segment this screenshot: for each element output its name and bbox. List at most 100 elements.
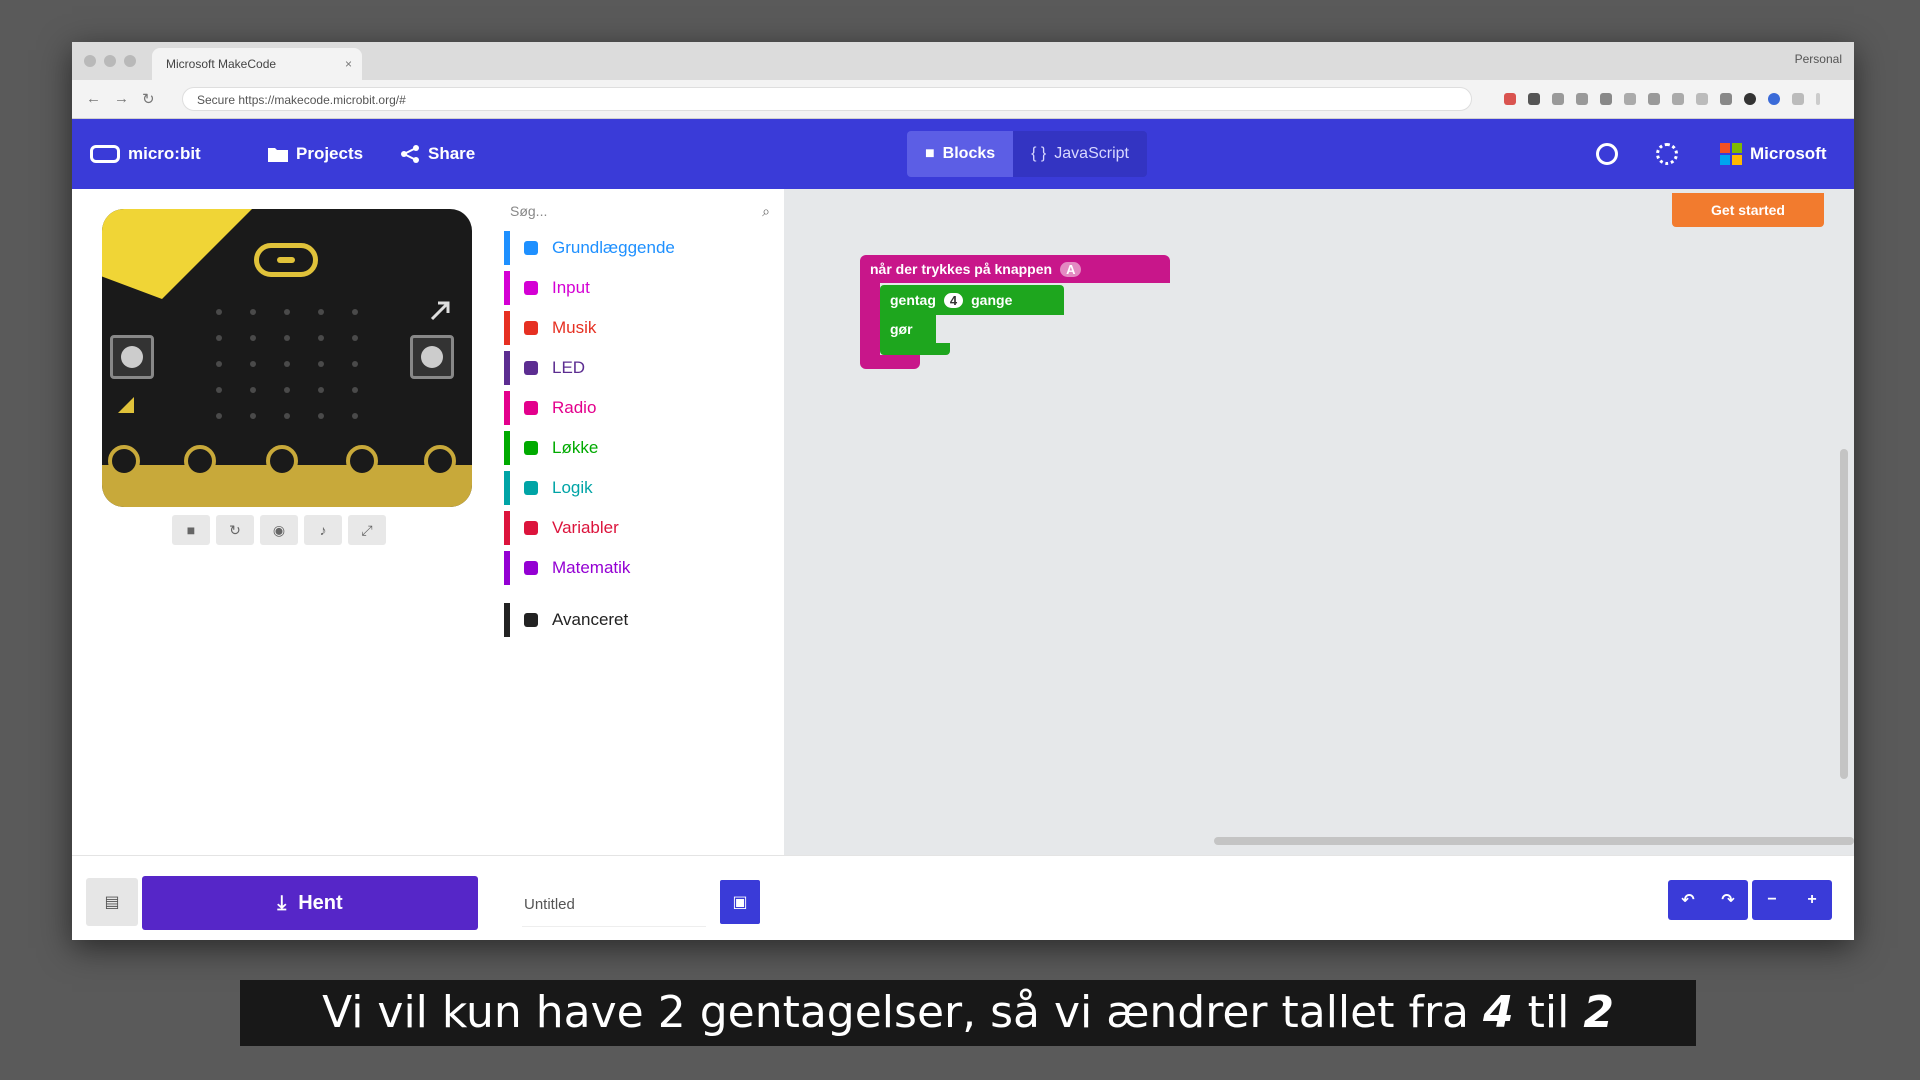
extension-icon[interactable]: [1504, 93, 1516, 105]
fullscreen-icon[interactable]: ⤢: [348, 515, 386, 545]
category-color-bar: [504, 311, 510, 345]
button-a[interactable]: [110, 335, 154, 379]
led-matrix: [206, 299, 366, 429]
extension-icon[interactable]: [1720, 93, 1732, 105]
microbit-corner-decoration: [102, 209, 252, 299]
extension-icon[interactable]: [1768, 93, 1780, 105]
maximize-window-icon[interactable]: [124, 55, 136, 67]
extension-icon[interactable]: [1744, 93, 1756, 105]
toolbox-category[interactable]: Avanceret: [504, 603, 628, 637]
mute-icon[interactable]: ♪: [304, 515, 342, 545]
repeat-count-input[interactable]: 4: [943, 292, 964, 308]
led-0-4: [352, 309, 358, 315]
pin-3v[interactable]: [346, 445, 378, 477]
category-label: Input: [552, 278, 590, 297]
toolbox-search[interactable]: Søg... ⌕: [510, 195, 770, 227]
forward-icon[interactable]: →: [114, 90, 129, 107]
close-tab-icon[interactable]: ×: [345, 48, 352, 80]
url-field[interactable]: Secure https://makecode.microbit.org/#: [182, 87, 1472, 111]
undo-redo-group: ↶ ↷: [1668, 880, 1748, 920]
stop-icon[interactable]: ■: [172, 515, 210, 545]
toolbox-category[interactable]: Grundlæggende: [504, 231, 675, 265]
help-icon[interactable]: [1596, 143, 1618, 165]
category-label: Avanceret: [552, 610, 629, 629]
extension-icon[interactable]: [1672, 93, 1684, 105]
toolbox-category[interactable]: LED: [504, 351, 585, 385]
blocks-workspace[interactable]: Get started når der trykkes på knappen A…: [784, 189, 1854, 855]
microsoft-logo[interactable]: Microsoft: [1720, 119, 1827, 189]
search-icon[interactable]: ⌕: [762, 195, 770, 227]
slowmo-icon[interactable]: ◉: [260, 515, 298, 545]
toolbox: Søg... ⌕ Grundlæggende Input Musik LED Radio…: [492, 189, 782, 855]
horizontal-scrollbar[interactable]: [1214, 837, 1854, 845]
share-button[interactable]: Share: [400, 119, 475, 189]
makecode-header: micro:bit Projects Share ■ Blocks { } Ja…: [72, 119, 1854, 189]
category-color-bar: [504, 391, 510, 425]
category-label: LED: [552, 358, 586, 377]
project-name-input[interactable]: [522, 882, 706, 927]
event-block-arm: [860, 283, 880, 355]
pin-0[interactable]: [108, 445, 140, 477]
microbit-logo[interactable]: micro:bit: [90, 119, 201, 189]
toolbox-category[interactable]: Radio: [504, 391, 596, 425]
collapse-simulator-icon[interactable]: ▤: [86, 878, 138, 926]
do-label: gør: [890, 321, 913, 337]
back-icon[interactable]: ←: [86, 90, 101, 107]
category-color-bar: [504, 511, 510, 545]
extension-icon[interactable]: [1552, 93, 1564, 105]
led-2-4: [352, 361, 358, 367]
led-0-1: [250, 309, 256, 315]
toolbox-category[interactable]: Matematik: [504, 551, 630, 585]
vertical-scrollbar[interactable]: [1840, 449, 1848, 779]
toolbox-category[interactable]: Input: [504, 271, 590, 305]
pin-2[interactable]: [266, 445, 298, 477]
zoom-out-icon[interactable]: −: [1752, 880, 1792, 920]
gear-icon[interactable]: [1656, 143, 1678, 165]
led-1-0: [216, 335, 222, 341]
get-started-button[interactable]: Get started: [1672, 193, 1824, 227]
projects-button[interactable]: Projects: [268, 119, 363, 189]
download-button[interactable]: ⤓ Hent: [142, 876, 478, 930]
minimize-window-icon[interactable]: [104, 55, 116, 67]
undo-icon[interactable]: ↶: [1668, 880, 1708, 920]
extension-icon[interactable]: [1528, 93, 1540, 105]
arrow-icon: [430, 301, 450, 321]
extension-icon[interactable]: [1792, 93, 1804, 105]
microbit-simulator[interactable]: [102, 209, 472, 507]
javascript-tab[interactable]: { } JavaScript: [1013, 131, 1147, 177]
extension-icon[interactable]: [1576, 93, 1588, 105]
puzzle-icon: ■: [925, 145, 935, 162]
redo-icon[interactable]: ↷: [1708, 880, 1748, 920]
close-window-icon[interactable]: [84, 55, 96, 67]
toolbox-category[interactable]: Løkke: [504, 431, 598, 465]
restart-icon[interactable]: ↻: [216, 515, 254, 545]
extension-icon[interactable]: [1600, 93, 1612, 105]
led-2-2: [284, 361, 290, 367]
button-b[interactable]: [410, 335, 454, 379]
menu-icon[interactable]: [1816, 93, 1820, 105]
code-icon: { }: [1031, 145, 1047, 162]
toolbox-category[interactable]: Logik: [504, 471, 593, 505]
led-1-4: [352, 335, 358, 341]
browser-tabstrip: Microsoft MakeCode × Personal: [72, 42, 1854, 80]
pin-gnd[interactable]: [424, 445, 456, 477]
extension-icon[interactable]: [1624, 93, 1636, 105]
microbit-touch-logo[interactable]: [254, 243, 318, 277]
event-block[interactable]: når der trykkes på knappen A: [860, 255, 1170, 283]
profile-badge[interactable]: Personal: [1795, 52, 1842, 66]
zoom-in-icon[interactable]: +: [1792, 880, 1832, 920]
repeat-label: gentag: [890, 292, 936, 308]
browser-tab[interactable]: Microsoft MakeCode ×: [152, 48, 362, 80]
button-dropdown[interactable]: A: [1060, 261, 1082, 277]
toolbox-category[interactable]: Musik: [504, 311, 596, 345]
pin-1[interactable]: [184, 445, 216, 477]
save-button[interactable]: ▣: [720, 880, 760, 924]
reload-icon[interactable]: ↻: [142, 90, 155, 108]
repeat-suffix: gange: [971, 292, 1013, 308]
shake-icon: [118, 397, 134, 413]
blocks-tab[interactable]: ■ Blocks: [907, 131, 1014, 177]
repeat-block[interactable]: gentag 4 gange: [880, 285, 1064, 315]
extension-icon[interactable]: [1648, 93, 1660, 105]
toolbox-category[interactable]: Variabler: [504, 511, 619, 545]
extension-icon[interactable]: [1696, 93, 1708, 105]
